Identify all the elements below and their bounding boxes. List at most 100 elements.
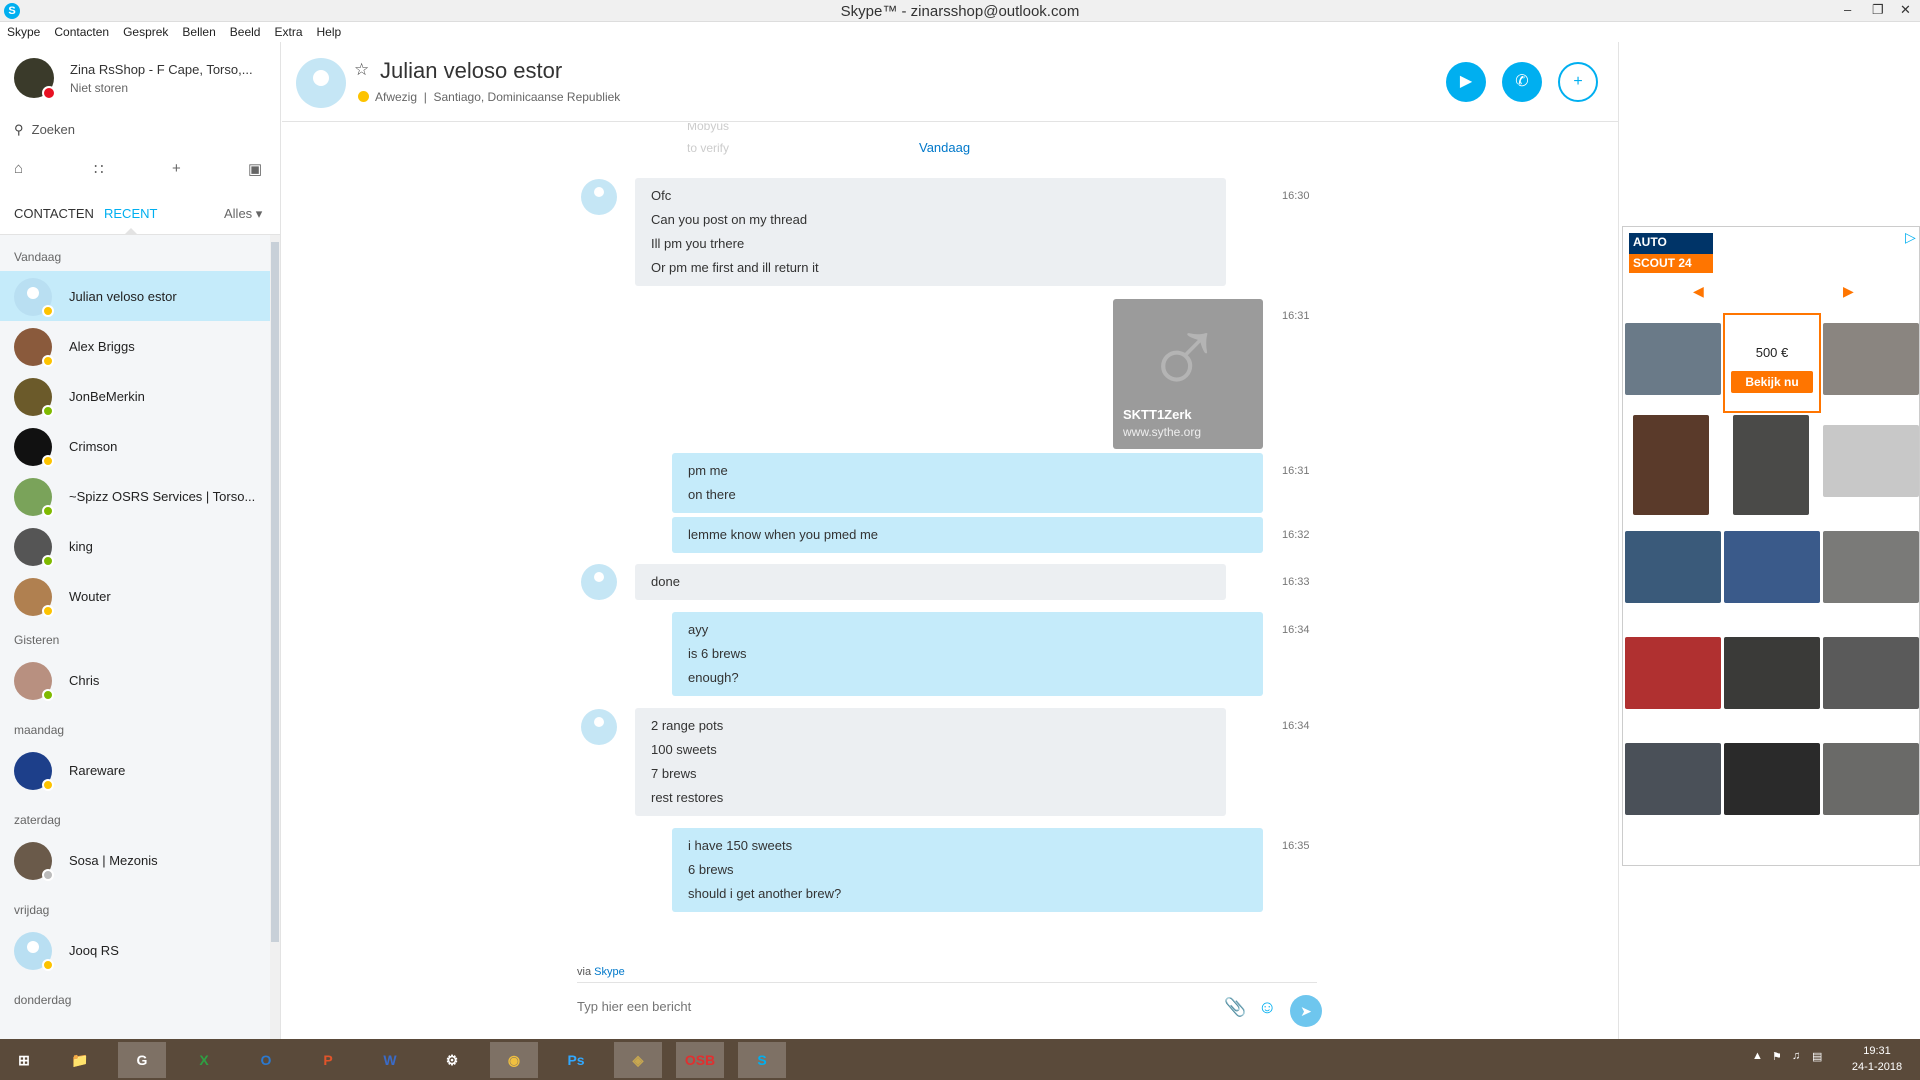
video-call-button[interactable]: ▶ bbox=[1446, 62, 1486, 102]
via-service-link[interactable]: Skype bbox=[594, 966, 625, 978]
message-bubble[interactable]: lemme know when you pmed me bbox=[672, 517, 1263, 553]
list-item[interactable]: king bbox=[0, 521, 270, 571]
contact-avatar[interactable] bbox=[296, 58, 346, 108]
list-item[interactable]: Jooq RS bbox=[0, 925, 270, 975]
view-now-button[interactable]: Bekijk nu bbox=[1731, 371, 1813, 393]
photoshop-icon[interactable]: Ps bbox=[552, 1042, 600, 1078]
volume-icon[interactable]: ♫ bbox=[1792, 1050, 1800, 1062]
steam-icon[interactable]: ⚙ bbox=[428, 1042, 476, 1078]
list-item[interactable]: Sosa | Mezonis bbox=[0, 835, 270, 885]
menu-beeld[interactable]: Beeld bbox=[223, 22, 268, 39]
skype-taskbar-icon[interactable]: S bbox=[738, 1042, 786, 1078]
message-bubble[interactable]: i have 150 sweets 6 brews should i get a… bbox=[672, 828, 1263, 912]
message-bubble[interactable]: pm me on there bbox=[672, 453, 1263, 513]
word-icon[interactable]: W bbox=[366, 1042, 414, 1078]
message-time: 16:33 bbox=[1282, 576, 1310, 588]
message-bubble[interactable]: Ofc Can you post on my thread Ill pm you… bbox=[635, 178, 1226, 286]
car-thumbnail[interactable] bbox=[1724, 531, 1820, 603]
car-thumbnail[interactable] bbox=[1733, 415, 1809, 515]
home-icon[interactable]: ⌂ bbox=[14, 160, 23, 177]
contact-name: Chris bbox=[69, 673, 100, 688]
car-thumbnail[interactable] bbox=[1823, 425, 1919, 497]
emoticon-icon[interactable]: ☺ bbox=[1258, 997, 1276, 1018]
league-icon[interactable]: ◈ bbox=[614, 1042, 662, 1078]
tab-contacten[interactable]: CONTACTEN bbox=[14, 206, 94, 221]
title-bar: S Skype™ - zinarsshop@outlook.com – ❐ ✕ bbox=[0, 0, 1920, 22]
dialpad-icon[interactable]: ∷ bbox=[94, 160, 104, 178]
add-icon[interactable]: + bbox=[172, 160, 181, 177]
outlook-icon[interactable]: O bbox=[242, 1042, 290, 1078]
autoscout-ad[interactable]: AUTO SCOUT 24 ▷ ◀ ▶ 500 € Bekijk nu bbox=[1622, 226, 1920, 866]
windows-start-icon[interactable]: ⊞ bbox=[0, 1042, 48, 1078]
menu-bellen[interactable]: Bellen bbox=[175, 22, 222, 39]
menu-contacten[interactable]: Contacten bbox=[47, 22, 116, 39]
message-composer: via Skype 📎 ☺ ➤ bbox=[282, 929, 1618, 1039]
car-thumbnail[interactable] bbox=[1724, 743, 1820, 815]
close-button[interactable]: ✕ bbox=[1900, 2, 1911, 18]
menu-gesprek[interactable]: Gesprek bbox=[116, 22, 175, 39]
powerpoint-icon[interactable]: P bbox=[304, 1042, 352, 1078]
search-box[interactable]: ⚲ Zoeken bbox=[14, 122, 264, 142]
car-thumbnail[interactable] bbox=[1823, 637, 1919, 709]
list-item[interactable]: JonBeMerkin bbox=[0, 371, 270, 421]
attachment-icon[interactable]: 📎 bbox=[1224, 997, 1246, 1018]
chrome-icon[interactable]: ◉ bbox=[490, 1042, 538, 1078]
message-bubble[interactable]: done bbox=[635, 564, 1226, 600]
scrollbar-thumb[interactable] bbox=[271, 242, 279, 942]
menu-help[interactable]: Help bbox=[310, 22, 349, 39]
away-status-icon bbox=[42, 779, 54, 791]
group-header: vrijdag bbox=[14, 903, 50, 917]
favorite-star-icon[interactable]: ☆ bbox=[354, 60, 369, 80]
list-item[interactable]: Wouter bbox=[0, 571, 270, 621]
contact-name: Rareware bbox=[69, 763, 126, 778]
car-thumbnail[interactable] bbox=[1823, 531, 1919, 603]
system-clock[interactable]: 19:31 24-1-2018 bbox=[1842, 1043, 1912, 1075]
link-preview-card[interactable]: ♂ SKTT1Zerk www.sythe.org bbox=[1113, 299, 1263, 449]
list-item[interactable]: Rareware bbox=[0, 745, 270, 795]
car-thumbnail[interactable] bbox=[1625, 743, 1721, 815]
file-explorer-icon[interactable]: 📁 bbox=[56, 1042, 104, 1078]
menu-skype[interactable]: Skype bbox=[0, 22, 47, 39]
offline-status-icon bbox=[42, 869, 54, 881]
minimize-button[interactable]: – bbox=[1844, 2, 1851, 17]
taskbar-app-g[interactable]: G bbox=[118, 1042, 166, 1078]
menu-extra[interactable]: Extra bbox=[267, 22, 309, 39]
message-line: done bbox=[651, 574, 680, 589]
list-item[interactable]: Alex Briggs bbox=[0, 321, 270, 371]
contact-title: Julian veloso estor bbox=[380, 58, 563, 83]
my-profile[interactable]: Zina RsShop - F Cape, Torso,... Niet sto… bbox=[14, 58, 274, 102]
contact-card-icon[interactable]: ▣ bbox=[248, 160, 262, 178]
car-thumbnail[interactable] bbox=[1823, 743, 1919, 815]
osbuddy-icon[interactable]: OSB bbox=[676, 1042, 724, 1078]
tab-recent[interactable]: RECENT bbox=[104, 206, 157, 221]
list-item[interactable]: Crimson bbox=[0, 421, 270, 471]
car-thumbnail[interactable] bbox=[1724, 637, 1820, 709]
filter-dropdown[interactable]: Alles ▾ bbox=[224, 206, 262, 222]
car-thumbnail[interactable] bbox=[1625, 637, 1721, 709]
excel-icon[interactable]: X bbox=[180, 1042, 228, 1078]
message-input[interactable] bbox=[577, 996, 1177, 1016]
ad-next-arrow-icon[interactable]: ▶ bbox=[1843, 283, 1854, 300]
message-bubble[interactable]: 2 range pots 100 sweets 7 brews rest res… bbox=[635, 708, 1226, 816]
price-box[interactable]: 500 € Bekijk nu bbox=[1723, 313, 1821, 413]
search-icon: ⚲ bbox=[14, 122, 24, 137]
list-item[interactable]: Chris bbox=[0, 655, 270, 705]
restore-button[interactable]: ❐ bbox=[1872, 2, 1884, 18]
list-item[interactable]: Julian veloso estor bbox=[0, 271, 270, 321]
message-bubble[interactable]: ayy is 6 brews enough? bbox=[672, 612, 1263, 696]
car-thumbnail[interactable] bbox=[1625, 531, 1721, 603]
ad-prev-arrow-icon[interactable]: ◀ bbox=[1693, 283, 1704, 300]
list-item[interactable]: ~Spizz OSRS Services | Torso... bbox=[0, 471, 270, 521]
car-thumbnail[interactable] bbox=[1625, 323, 1721, 395]
car-thumbnail[interactable] bbox=[1633, 415, 1709, 515]
network-icon[interactable]: ▤ bbox=[1812, 1050, 1822, 1063]
adchoices-icon[interactable]: ▷ bbox=[1905, 229, 1916, 246]
flag-icon[interactable]: ⚑ bbox=[1772, 1050, 1782, 1063]
add-people-button[interactable]: + bbox=[1558, 62, 1598, 102]
voice-call-button[interactable]: ✆ bbox=[1502, 62, 1542, 102]
my-name: Zina RsShop - F Cape, Torso,... bbox=[70, 62, 253, 77]
car-thumbnail[interactable] bbox=[1823, 323, 1919, 395]
send-button[interactable]: ➤ bbox=[1290, 995, 1322, 1027]
tray-up-arrow-icon[interactable]: ▲ bbox=[1752, 1050, 1763, 1062]
away-status-icon bbox=[42, 959, 54, 971]
